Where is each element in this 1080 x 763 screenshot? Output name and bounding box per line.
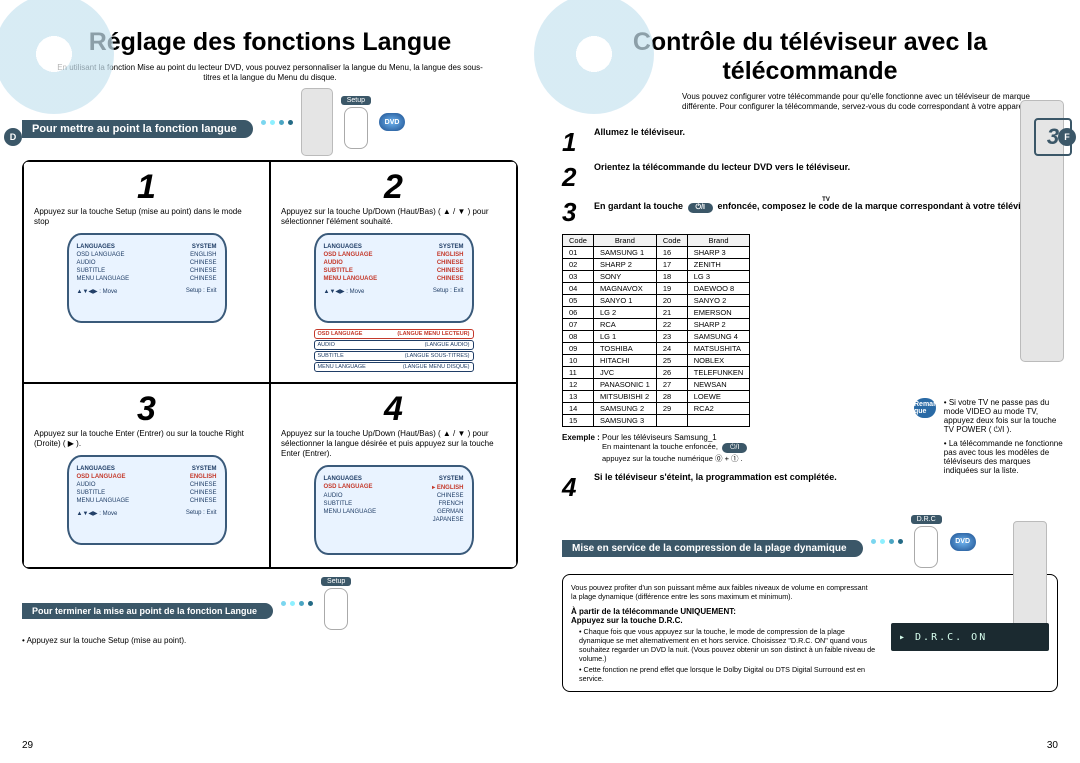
drc-label: D.R.C [911,515,942,524]
intro-right: Vous pouvez configurer votre télécommand… [682,92,1058,111]
remark-badge: Remar que [914,398,936,418]
dvd-badge: DVD [379,113,405,131]
step-number: 1 [34,168,259,207]
disc-art [534,0,654,114]
section-tab-left: Pour mettre au point la fonction langue [22,120,253,138]
page-left: D Réglage des fonctions Langue En utilis… [0,0,540,763]
steps-grid: 1 Appuyez sur la touche Setup (mise au p… [22,160,518,569]
dotted-arrow [261,120,293,125]
drc-panel: Vous pouvez profiter d'un son puissant m… [562,574,1058,692]
remote-illustration [301,88,333,156]
setup-button-shape [324,588,348,630]
step-text: Appuyez sur la touche Up/Down (Haut/Bas)… [281,207,506,227]
page-number: 30 [1047,740,1058,751]
intro-left: En utilisant la fonction Mise au point d… [50,63,490,82]
step-text: Appuyez sur la touche Up/Down (Haut/Bas)… [281,429,506,459]
dotted-arrow [281,601,313,606]
step-text: Appuyez sur la touche Enter (Entrer) ou … [34,429,259,449]
step-number: 4 [281,390,506,429]
menu-screen-4: LANGUAGESSYSTEM OSD LANGUAGE▸ ENGLISH AU… [314,465,474,555]
footer-tab: Pour terminer la mise au point de la fon… [22,603,273,619]
step-text: Appuyez sur la touche Setup (mise au poi… [34,207,259,227]
dvd-badge: DVD [950,533,976,551]
right-steps: 1Allumez le téléviseur. 2Orientez la tél… [562,127,1058,228]
drc-display: ▸ D.R.C. ON [891,623,1049,651]
setup-label: Setup [321,577,351,586]
step-number: 2 [281,168,506,207]
manual-spread: D Réglage des fonctions Langue En utilis… [0,0,1080,763]
drc-button-shape [914,526,938,568]
remark-block: Remar que • Si votre TV ne passe pas du … [914,398,1064,475]
tv-power-chip-icon: ⏻/I [722,443,747,453]
tv-power-chip-icon: ⏻/I [688,203,713,213]
side-badge-3: 3 [1034,118,1072,156]
remote-small-illustration [1013,521,1047,633]
tv-code-table: CodeBrandCodeBrand 01SAMSUNG 116SHARP 30… [562,234,750,427]
page-number: 29 [22,740,33,751]
step-number: 3 [34,390,259,429]
side-badge-left: D [4,128,22,146]
setup-button-shape [344,107,368,149]
menu-screen-3: LANGUAGESSYSTEM OSD LANGUAGEENGLISH AUDI… [67,455,227,545]
drc-tab: Mise en service de la compression de la … [562,540,863,557]
footer-note: • Appuyez sur la touche Setup (mise au p… [22,636,518,646]
drc-intro: Vous pouvez profiter d'un son puissant m… [571,583,871,601]
page-right: F 3 Contrôle du téléviseur avec la téléc… [540,0,1080,763]
pill-menu: OSD LANGUAGE(LANGUE MENU LECTEUR) AUDIO(… [314,329,474,372]
dotted-arrow [871,539,903,544]
menu-screen-2: LANGUAGESSYSTEM OSD LANGUAGEENGLISH AUDI… [314,233,474,323]
drc-head: À partir de la télécommande UNIQUEMENT: [571,607,1049,616]
setup-label: Setup [341,96,371,105]
menu-screen-1: LANGUAGESSYSTEM OSD LANGUAGEENGLISH AUDI… [67,233,227,323]
